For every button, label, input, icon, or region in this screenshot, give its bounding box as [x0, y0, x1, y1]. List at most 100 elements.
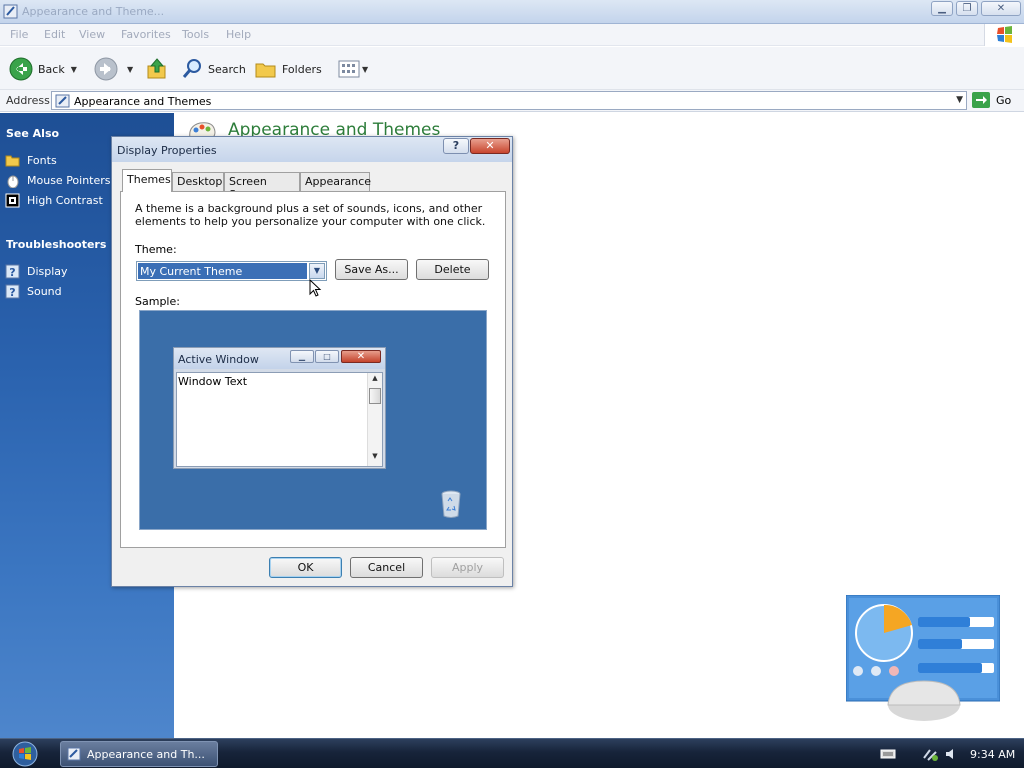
help-icon: ? [5, 284, 20, 299]
keyboard-icon[interactable] [880, 748, 896, 760]
start-button[interactable] [8, 740, 42, 768]
clock[interactable]: 9:34 AM [970, 748, 1015, 761]
apply-button[interactable]: Apply [431, 557, 504, 578]
troubleshooters-heading: Troubleshooters [6, 238, 107, 251]
windows-logo-icon [997, 26, 1012, 43]
sidebar-item-fonts[interactable]: Fonts [5, 153, 57, 168]
sample-window-text: Window Text [178, 375, 248, 388]
back-dropdown-icon[interactable]: ▼ [71, 65, 77, 74]
sidebar-item-label: High Contrast [27, 194, 103, 207]
menu-help[interactable]: Help [226, 28, 251, 41]
toolbar: Back ▼ ▼ Search Folders ▼ [0, 47, 1024, 90]
sidebar-item-sound[interactable]: ? Sound [5, 284, 62, 299]
ok-button[interactable]: OK [269, 557, 342, 578]
sidebar-item-high-contrast[interactable]: High Contrast [5, 193, 103, 208]
minimize-button[interactable]: ▁ [931, 1, 953, 16]
up-folder-button[interactable] [146, 56, 168, 82]
sidebar-item-label: Fonts [27, 154, 57, 167]
close-icon: ✕ [996, 3, 1006, 14]
go-arrow-icon [972, 92, 990, 108]
control-panel-watermark-icon [846, 595, 1000, 721]
address-value: Appearance and Themes [74, 95, 212, 108]
save-as-button[interactable]: Save As... [335, 259, 408, 280]
menu-edit[interactable]: Edit [44, 28, 65, 41]
back-button[interactable]: Back ▼ [9, 56, 77, 82]
dialog-help-button[interactable]: ? [443, 138, 469, 154]
mouse-cursor-icon [309, 279, 322, 297]
sample-window-body: Window Text ▲ ▼ [176, 372, 383, 467]
sidebar-item-label: Sound [27, 285, 62, 298]
tab-desktop[interactable]: Desktop [172, 172, 224, 191]
folders-button[interactable]: Folders [255, 56, 322, 82]
close-icon: ✕ [341, 350, 381, 363]
svg-text:?: ? [9, 286, 15, 299]
menu-view[interactable]: View [79, 28, 105, 41]
up-folder-icon [147, 58, 166, 79]
go-label: Go [996, 93, 1012, 107]
theme-dropdown[interactable]: My Current Theme ▼ [136, 261, 327, 281]
sample-active-window: Active Window ▁ □ ✕ Window Text ▲ ▼ [173, 347, 386, 469]
theme-description: A theme is a background plus a set of so… [135, 202, 486, 228]
dialog-title: Display Properties [117, 144, 217, 157]
views-dropdown-icon[interactable]: ▼ [362, 65, 368, 74]
folders-icon [255, 63, 276, 78]
network-icon[interactable] [922, 746, 940, 762]
restore-icon: ❐ [962, 3, 972, 14]
svg-text:?: ? [9, 266, 15, 279]
tab-screen-saver[interactable]: Screen Saver [224, 172, 300, 201]
maximize-button[interactable]: ❐ [956, 1, 978, 16]
help-icon: ? [5, 264, 20, 279]
windows-flag-logo [984, 24, 1024, 46]
system-tray: 9:34 AM [872, 739, 1024, 768]
menu-bar: File Edit View Favorites Tools Help [0, 24, 1024, 46]
mouse-icon [7, 175, 19, 188]
theme-label: Theme: [135, 243, 177, 256]
menu-tools[interactable]: Tools [182, 28, 209, 41]
volume-icon[interactable] [944, 747, 958, 761]
views-button[interactable]: ▼ [338, 56, 368, 82]
folders-label: Folders [282, 62, 322, 76]
close-button[interactable]: ✕ [981, 1, 1021, 16]
control-panel-icon [67, 747, 81, 761]
contrast-icon [5, 193, 20, 208]
help-icon: ? [452, 139, 460, 152]
address-input[interactable]: Appearance and Themes ▼ [51, 91, 967, 110]
menu-file[interactable]: File [10, 28, 28, 41]
sample-scrollbar: ▲ ▼ [367, 373, 382, 466]
sidebar-item-mouse-pointers[interactable]: Mouse Pointers [5, 173, 111, 188]
tab-appearance[interactable]: Appearance [300, 172, 371, 191]
sample-label: Sample: [135, 295, 180, 308]
minimize-icon: ▁ [938, 3, 946, 14]
forward-dropdown-icon[interactable]: ▼ [127, 65, 133, 74]
tab-themes[interactable]: Themes [122, 169, 172, 192]
window-title: Appearance and Theme... [22, 5, 165, 18]
sidebar-item-label: Display [27, 265, 68, 278]
go-button[interactable]: Go [972, 92, 1011, 108]
taskbar-window-button[interactable]: Appearance and Th... [60, 741, 218, 767]
forward-button[interactable]: ▼ [94, 56, 133, 82]
dialog-close-button[interactable]: ✕ [470, 138, 510, 154]
theme-sample-preview: Active Window ▁ □ ✕ Window Text ▲ ▼ [139, 310, 487, 530]
control-panel-icon [55, 94, 70, 108]
scroll-thumb [369, 388, 381, 404]
forward-arrow-icon [94, 57, 118, 81]
see-also-heading: See Also [6, 127, 60, 140]
back-arrow-icon [9, 57, 33, 81]
sidebar-item-display[interactable]: ? Display [5, 264, 68, 279]
search-button[interactable]: Search [181, 56, 246, 82]
sample-window-titlebar: Active Window ▁ □ ✕ [174, 348, 385, 369]
dialog-titlebar: Display Properties ? ✕ [112, 137, 512, 162]
minimize-icon: ▁ [290, 350, 314, 363]
cancel-button[interactable]: Cancel [350, 557, 423, 578]
delete-button[interactable]: Delete [416, 259, 489, 280]
menu-favorites[interactable]: Favorites [121, 28, 171, 41]
themes-tab-panel: A theme is a background plus a set of so… [120, 191, 506, 548]
close-icon: ✕ [485, 139, 495, 152]
theme-selected-value: My Current Theme [138, 263, 307, 279]
scroll-down-icon: ▼ [372, 452, 378, 460]
sample-window-title: Active Window [178, 353, 259, 366]
recycle-bin-icon [441, 490, 461, 518]
address-dropdown-icon[interactable]: ▼ [956, 95, 963, 105]
search-label: Search [208, 62, 246, 76]
chevron-down-icon[interactable]: ▼ [309, 263, 325, 279]
